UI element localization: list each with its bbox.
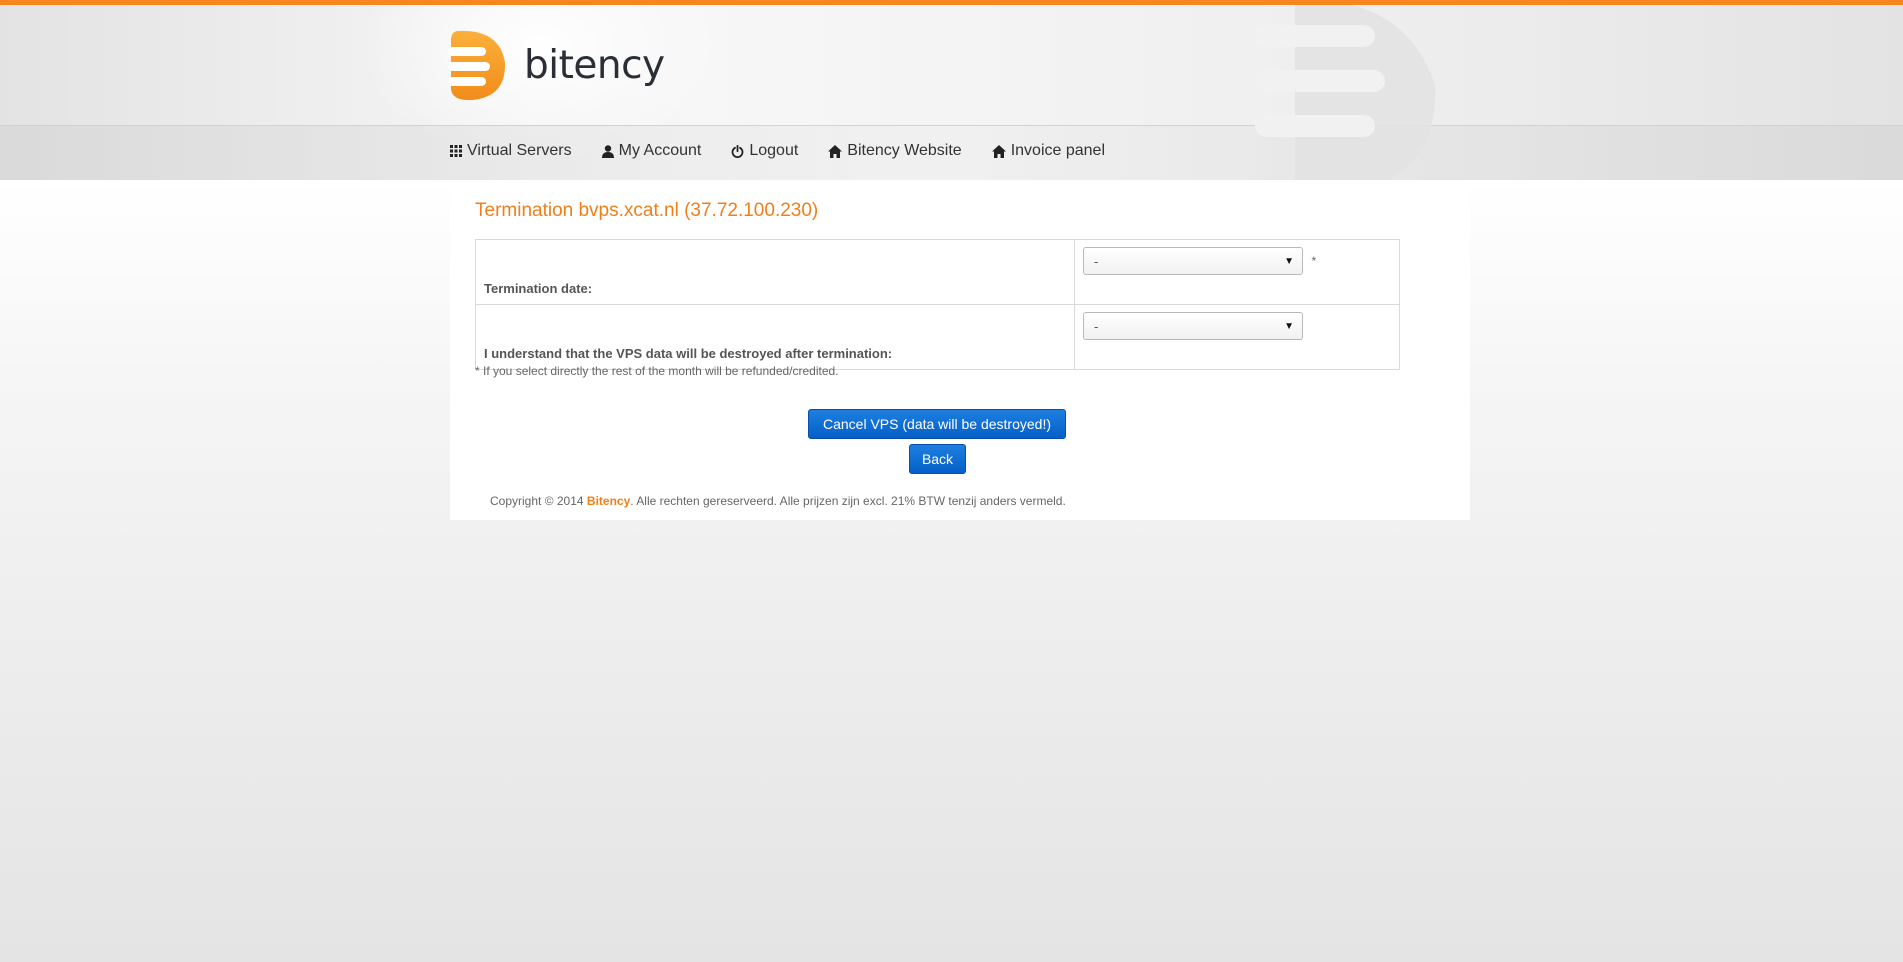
data-destroy-confirm-label: I understand that the VPS data will be d… (475, 304, 1075, 370)
data-destroy-confirm-cell: - ▼ (1074, 304, 1400, 370)
back-button[interactable]: Back (909, 444, 966, 474)
cancel-vps-button[interactable]: Cancel VPS (data will be destroyed!) (808, 409, 1066, 439)
main-nav: Virtual Servers My Account Logout Bitenc… (450, 142, 1135, 160)
termination-date-select[interactable]: - ▼ (1083, 247, 1303, 275)
nav-item-invoice-panel[interactable]: Invoice panel (991, 142, 1105, 160)
nav-item-virtual-servers[interactable]: Virtual Servers (450, 142, 572, 160)
footer-suffix: . Alle rechten gereserveerd. Alle prijze… (630, 494, 1066, 508)
nav-item-bitency-website[interactable]: Bitency Website (828, 142, 962, 160)
power-icon (731, 144, 744, 158)
nav-label-my-account: My Account (618, 142, 702, 159)
user-icon (601, 144, 614, 158)
nav-label-logout: Logout (749, 142, 799, 159)
grid-icon (450, 145, 462, 157)
nav-item-logout[interactable]: Logout (731, 142, 798, 160)
site-header: bitency Virtual Servers My Account Logou… (0, 5, 1903, 180)
bitency-logo-icon (448, 30, 506, 101)
termination-form-table: Termination date: - ▼ * I understand tha… (475, 239, 1400, 370)
data-destroy-confirm-value: - (1094, 318, 1099, 334)
data-destroy-confirm-select[interactable]: - ▼ (1083, 312, 1303, 340)
termination-date-label: Termination date: (475, 239, 1075, 305)
brand-name: bitency (524, 42, 665, 88)
footer-brand-link[interactable]: Bitency (587, 494, 630, 508)
footer-prefix: Copyright © 2014 (490, 494, 587, 508)
nav-label-bitency-website: Bitency Website (847, 142, 962, 159)
termination-date-value: - (1094, 253, 1099, 269)
page-title: Termination bvps.xcat.nl (37.72.100.230) (475, 200, 819, 221)
form-row-data-destroy-confirm: I understand that the VPS data will be d… (475, 304, 1400, 370)
refund-note: * If you select directly the rest of the… (475, 364, 839, 378)
nav-label-invoice-panel: Invoice panel (1010, 142, 1105, 159)
nav-item-my-account[interactable]: My Account (601, 142, 702, 160)
termination-date-cell: - ▼ * (1074, 239, 1400, 305)
brand-logo[interactable]: bitency (448, 29, 665, 101)
chevron-down-icon: ▼ (1284, 320, 1294, 332)
chevron-down-icon: ▼ (1284, 255, 1294, 267)
home-icon (828, 144, 843, 158)
logo-watermark-icon (1255, 5, 1436, 180)
form-row-termination-date: Termination date: - ▼ * (475, 239, 1400, 305)
header-divider (0, 125, 1903, 126)
main-content: Termination bvps.xcat.nl (37.72.100.230)… (450, 180, 1470, 520)
nav-label-virtual-servers: Virtual Servers (467, 142, 572, 159)
required-marker: * (1311, 254, 1317, 269)
home-icon (991, 144, 1006, 158)
footer-copyright: Copyright © 2014 Bitency. Alle rechten g… (490, 494, 1066, 508)
